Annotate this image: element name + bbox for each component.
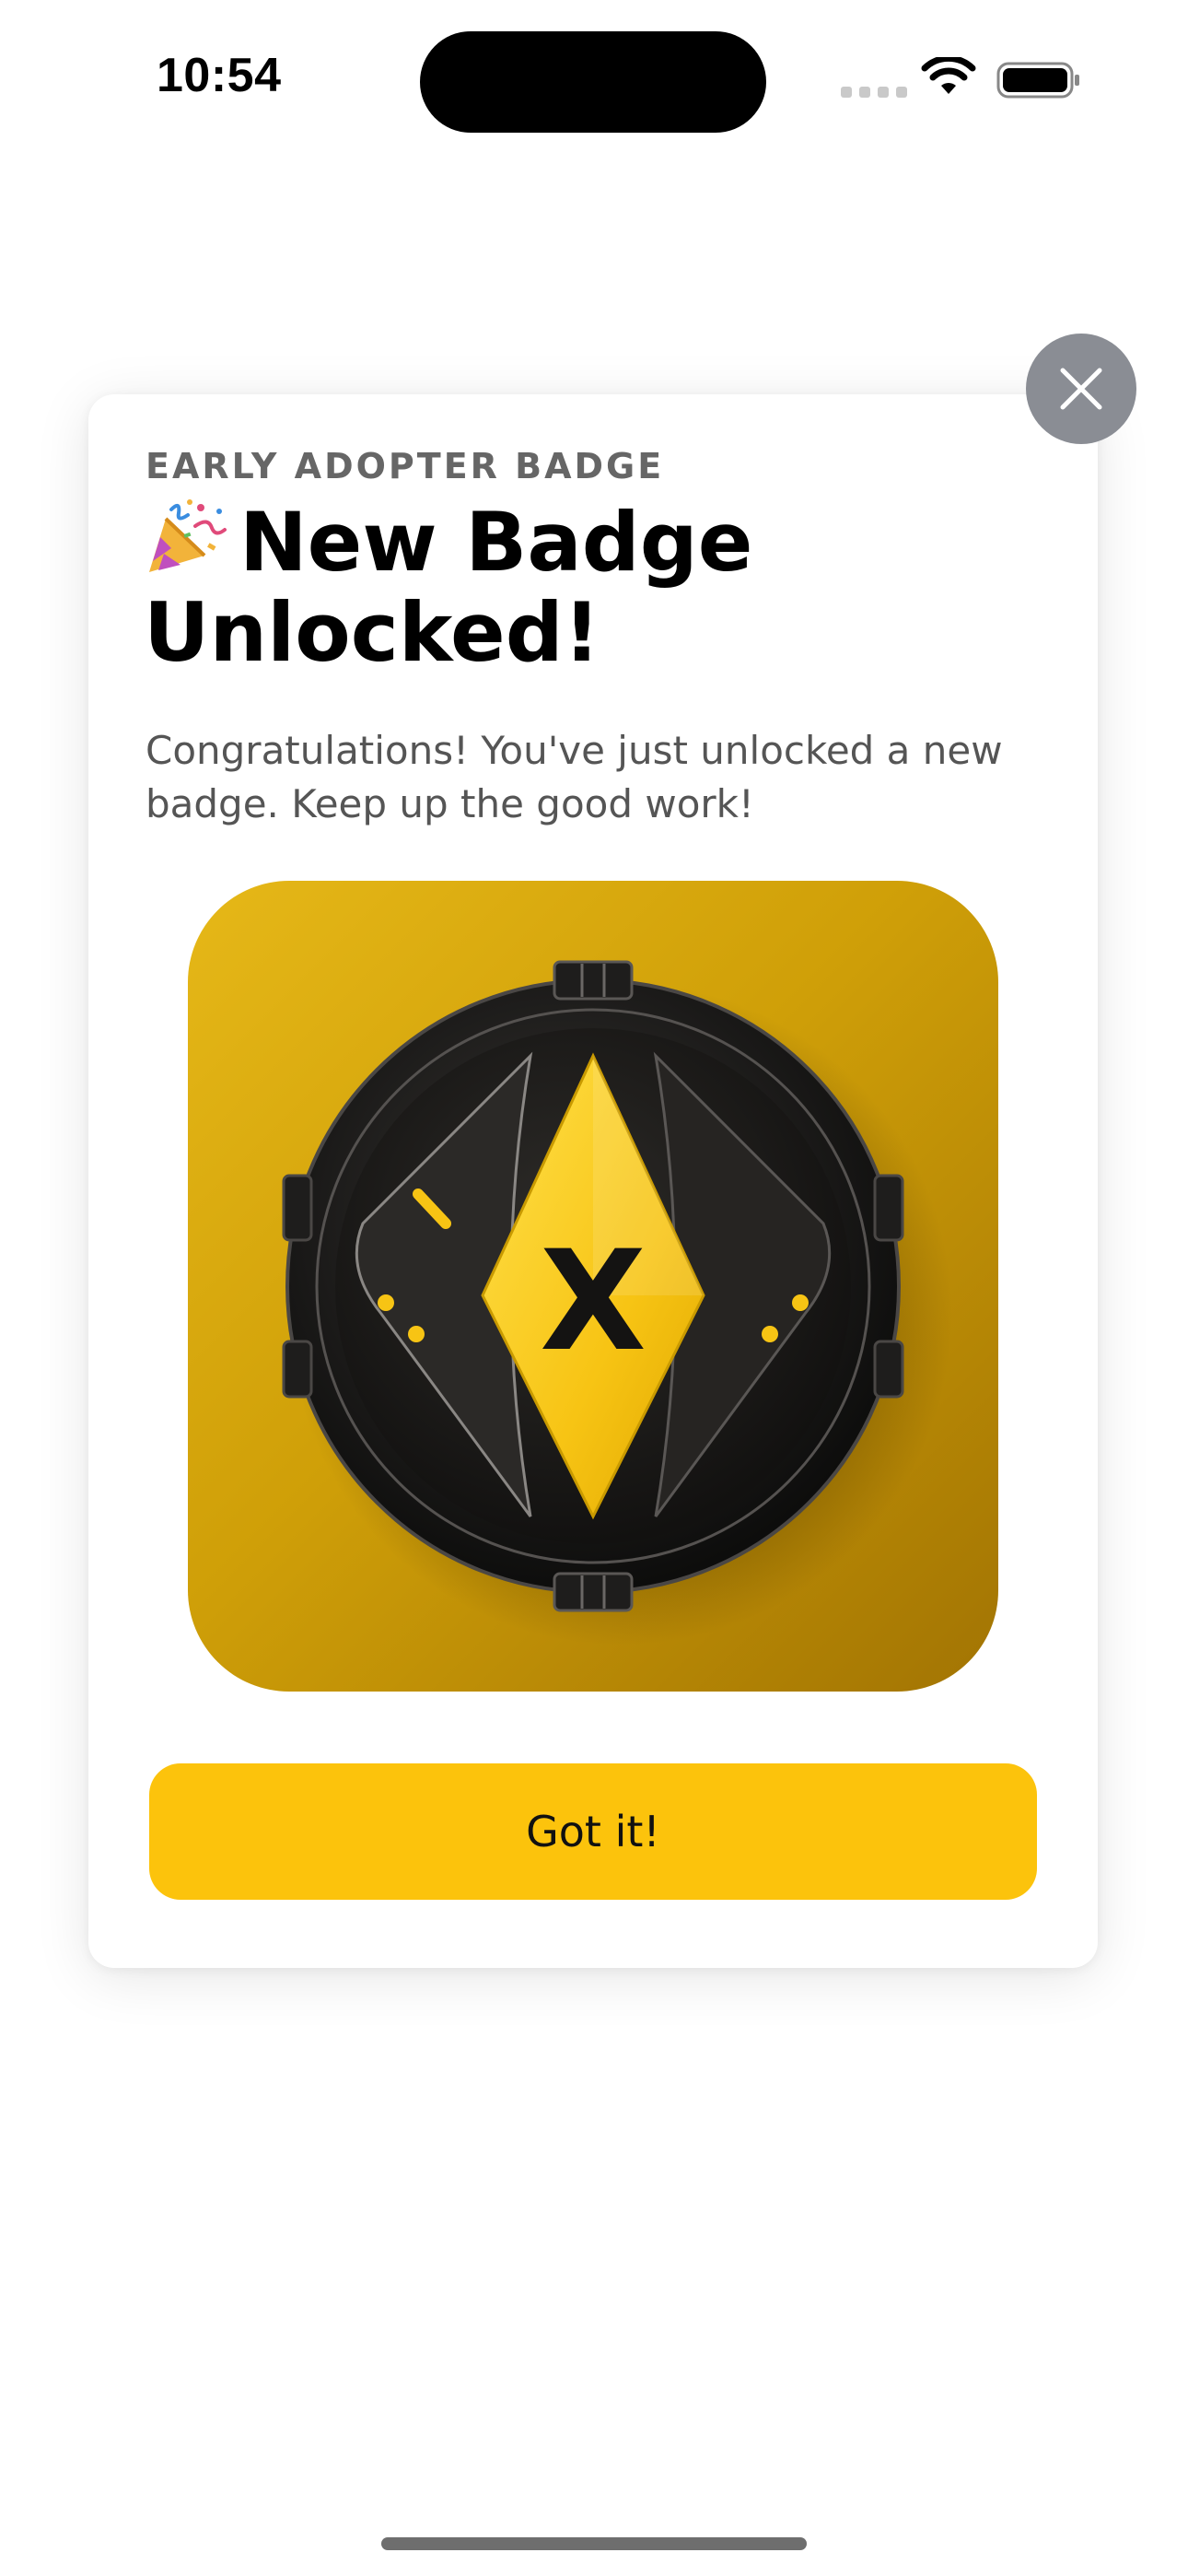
wifi-icon bbox=[921, 57, 976, 94]
got-it-button[interactable]: Got it! bbox=[149, 1763, 1037, 1900]
battery-icon bbox=[996, 62, 1079, 99]
modal-title-text: New Badge Unlocked! bbox=[144, 495, 753, 680]
modal-title: New Badge Unlocked! bbox=[144, 498, 1065, 678]
cellular-signal-icon bbox=[841, 87, 907, 98]
dynamic-island bbox=[420, 31, 766, 133]
close-button[interactable] bbox=[1026, 334, 1136, 444]
home-indicator[interactable] bbox=[381, 2537, 807, 2550]
party-popper-icon bbox=[149, 499, 227, 572]
badge-image: X bbox=[188, 881, 998, 1692]
modal-message: Congratulations! You've just unlocked a … bbox=[146, 728, 1003, 826]
status-time: 10:54 bbox=[157, 49, 282, 102]
close-icon bbox=[1060, 368, 1102, 410]
modal-eyebrow: EARLY ADOPTER BADGE bbox=[146, 446, 665, 486]
badge-letter: X bbox=[540, 1222, 646, 1382]
